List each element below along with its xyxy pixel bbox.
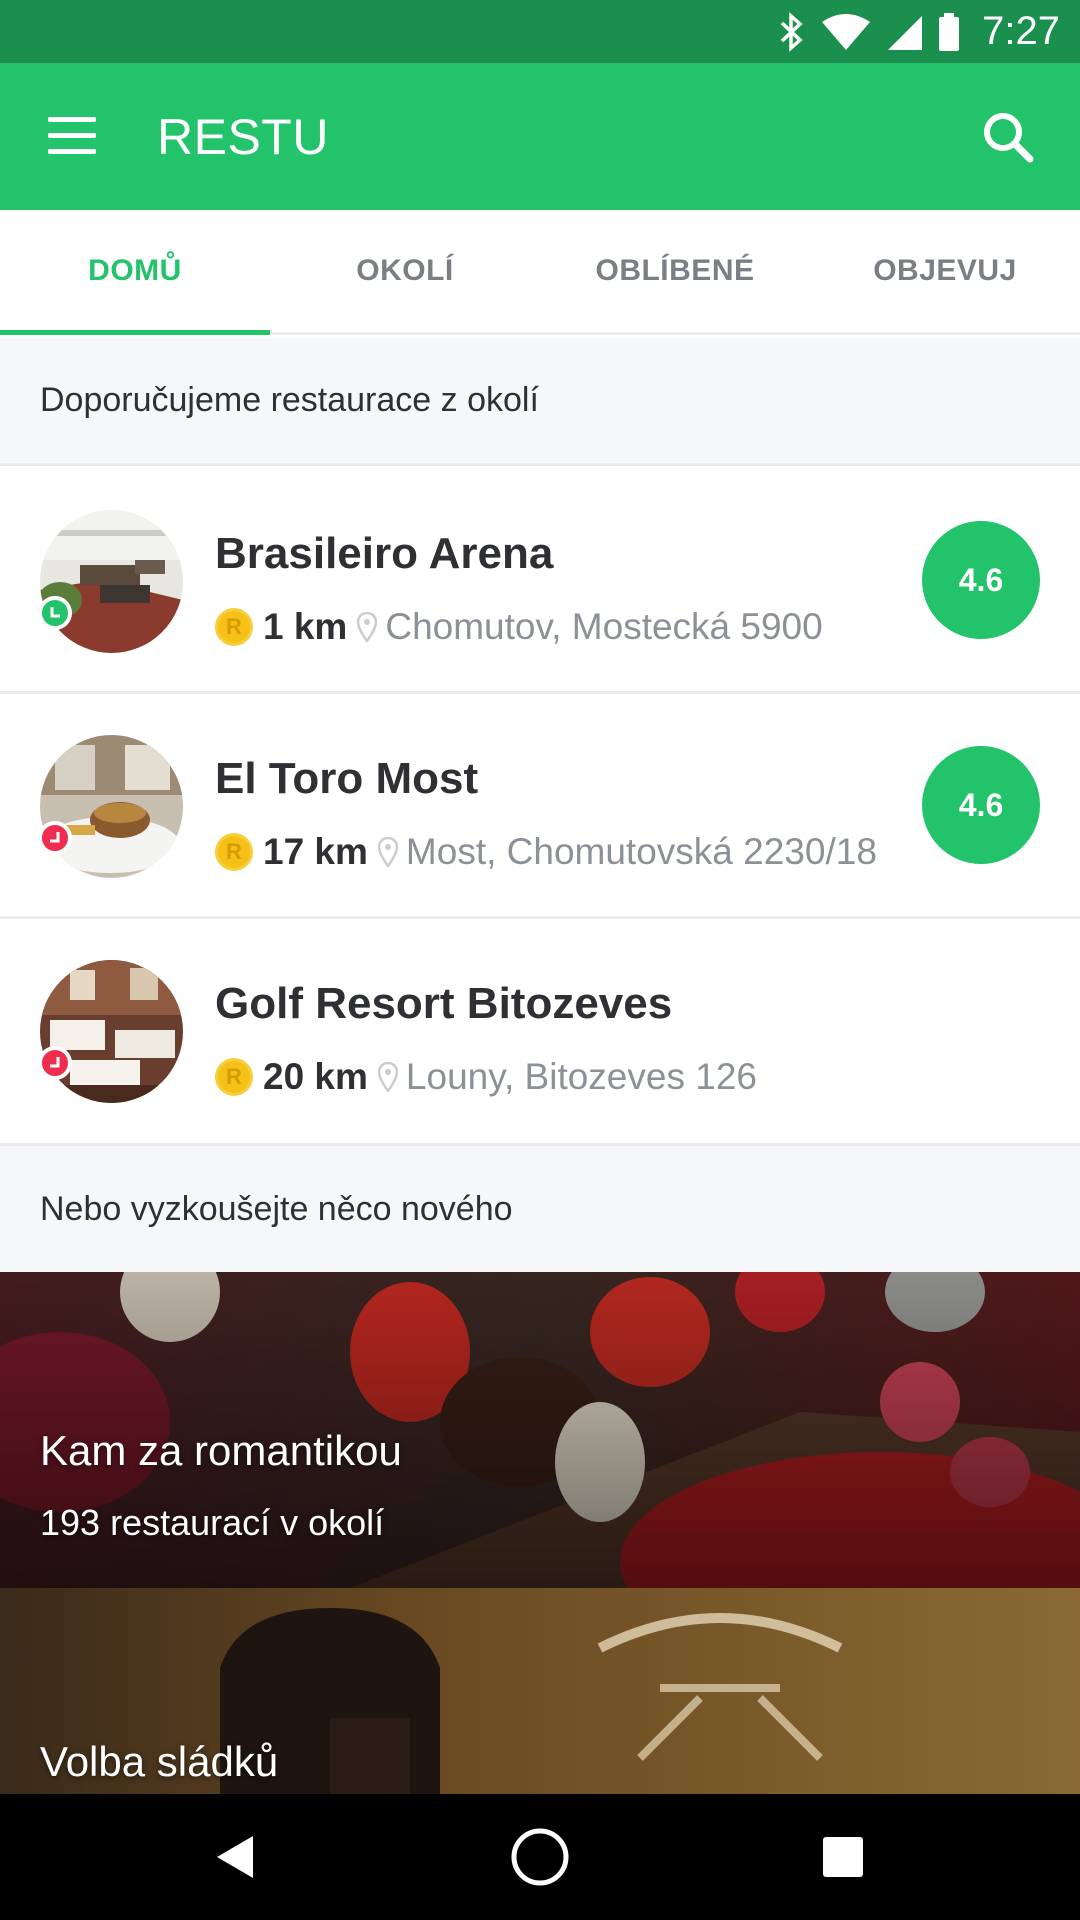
- rating-badge: 4.6: [922, 746, 1040, 864]
- restaurant-meta: R 17 km Most, Chomutovská 2230/18: [215, 827, 877, 877]
- restaurant-distance: 17 km: [263, 831, 368, 872]
- closed-status-badge: [38, 821, 72, 855]
- open-status-badge: [38, 596, 72, 630]
- home-icon: [511, 1828, 569, 1886]
- restaurant-name: Golf Resort Bitozeves: [215, 979, 673, 1028]
- closed-status-badge: [38, 1046, 72, 1080]
- restu-coin-icon: R: [215, 1058, 253, 1096]
- tab-domu[interactable]: DOMŮ: [0, 210, 270, 335]
- restaurant-photo: [40, 735, 183, 878]
- tab-objevuj[interactable]: OBJEVUJ: [810, 210, 1080, 332]
- wifi-icon: [822, 13, 871, 50]
- restaurant-address: Most, Chomutovská 2230/18: [405, 831, 877, 872]
- restaurant-address: Chomutov, Mostecká 5900: [385, 606, 823, 647]
- collection-banner-brewers-choice[interactable]: Volba sládků: [0, 1588, 1080, 1794]
- recents-icon: [823, 1837, 863, 1877]
- restaurant-meta: R 1 km Chomutov, Mostecká 5900: [215, 602, 823, 652]
- banner-title: Volba sládků: [40, 1738, 279, 1785]
- status-icons: 7:27: [778, 0, 1060, 63]
- restaurant-meta: R 20 km Louny, Bitozeves 126: [215, 1052, 757, 1102]
- app-bar: RESTU: [0, 63, 1080, 210]
- battery-icon: [939, 12, 960, 51]
- location-pin-icon: [377, 837, 398, 867]
- restaurant-address: Louny, Bitozeves 126: [405, 1056, 757, 1097]
- tab-okoli[interactable]: OKOLÍ: [270, 210, 540, 332]
- rating-badge: 4.6: [922, 521, 1040, 639]
- status-bar: 7:27: [0, 0, 1080, 63]
- location-pin-icon: [377, 1062, 398, 1092]
- system-nav-bar: [0, 1794, 1080, 1920]
- back-button[interactable]: [205, 1827, 265, 1887]
- cell-signal-icon: [888, 15, 923, 50]
- section-header-discover: Nebo vyzkoušejte něco nového: [0, 1143, 1080, 1272]
- clock-icon: [50, 607, 60, 618]
- clock-icon: [50, 832, 60, 843]
- restaurant-name: Brasileiro Arena: [215, 529, 554, 578]
- restaurant-photo: [40, 510, 183, 653]
- search-button[interactable]: [976, 105, 1040, 169]
- menu-icon: [48, 117, 96, 122]
- clock-icon: [50, 1057, 60, 1068]
- collection-banner-romance[interactable]: Kam za romantikou 193 restaurací v okolí: [0, 1272, 1080, 1588]
- app-title: RESTU: [157, 109, 329, 165]
- status-time: 7:27: [982, 9, 1060, 53]
- banner-subtitle: 193 restaurací v okolí: [40, 1502, 385, 1543]
- menu-button[interactable]: [44, 109, 104, 165]
- search-icon: [984, 113, 1034, 163]
- restaurant-item[interactable]: Brasileiro Arena R 1 km Chomutov, Mostec…: [0, 469, 1080, 694]
- tab-oblibene[interactable]: OBLÍBENÉ: [540, 210, 810, 332]
- restu-coin-icon: R: [215, 833, 253, 871]
- restaurant-distance: 20 km: [263, 1056, 368, 1097]
- restaurant-item[interactable]: Golf Resort Bitozeves R 20 km Louny, Bit…: [0, 919, 1080, 1144]
- menu-icon-bar: [48, 133, 96, 138]
- back-icon: [217, 1836, 253, 1878]
- menu-icon-bar: [48, 149, 96, 154]
- restaurant-item[interactable]: El Toro Most R 17 km Most, Chomutovská 2…: [0, 694, 1080, 919]
- tab-bar: DOMŮ OKOLÍ OBLÍBENÉ OBJEVUJ: [0, 210, 1080, 335]
- restu-coin-icon: R: [215, 608, 253, 646]
- restaurant-name: El Toro Most: [215, 754, 479, 803]
- restaurant-photo: [40, 960, 183, 1103]
- location-pin-icon: [357, 612, 378, 642]
- section-header-recommended: Doporučujeme restaurace z okolí: [0, 338, 1080, 466]
- bluetooth-icon: [780, 11, 803, 52]
- banner-title: Kam za romantikou: [40, 1427, 402, 1474]
- home-button[interactable]: [510, 1827, 570, 1887]
- recents-button[interactable]: [813, 1827, 873, 1887]
- restaurant-distance: 1 km: [263, 606, 348, 647]
